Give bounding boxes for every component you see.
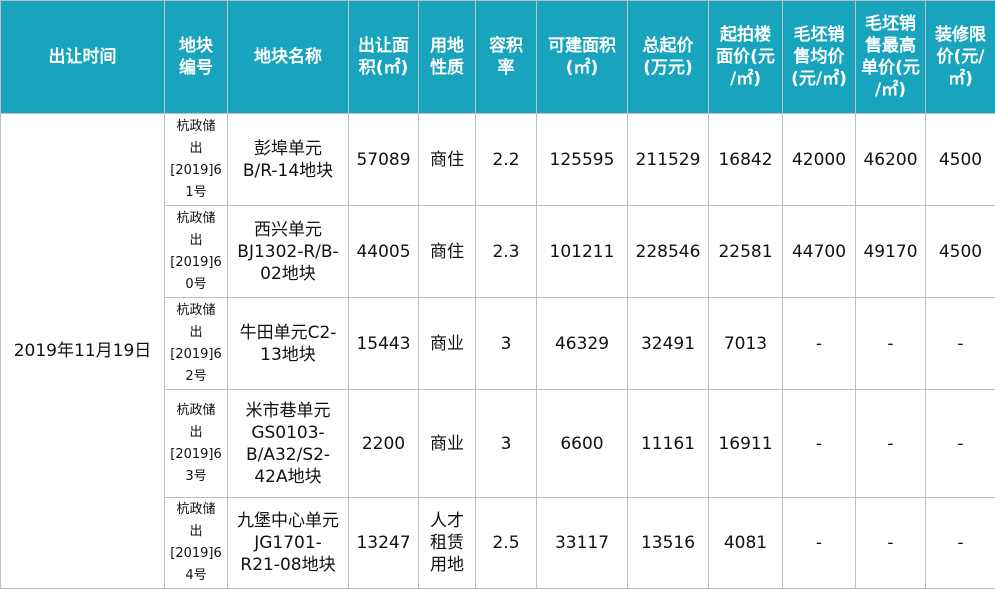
floor-price-cell: 22581 [708, 205, 783, 298]
floor-price-cell: 16911 [708, 389, 783, 498]
header-max-price: 毛坯销 售最高 单价(元 /㎡) [855, 0, 926, 114]
header-area: 出让面 积(㎡) [348, 0, 419, 114]
floor-price-cell: 16842 [708, 113, 783, 206]
max-price-cell: 46200 [855, 113, 926, 206]
area-cell: 2200 [348, 389, 419, 498]
use-cell: 商住 [418, 113, 476, 206]
deco-limit-cell: 4500 [925, 205, 995, 298]
max-price-cell: - [855, 389, 926, 498]
area-cell: 57089 [348, 113, 419, 206]
table-row: 2019年11月19日 杭政储 出 [2019]6 1号 彭埠单元 B/R-14… [0, 113, 995, 589]
header-code: 地块 编号 [164, 0, 228, 114]
avg-price-cell: - [782, 389, 856, 498]
deco-limit-cell: - [925, 497, 995, 589]
header-deco-limit: 装修限 价(元/ ㎡) [925, 0, 995, 114]
far-cell: 2.5 [475, 497, 537, 589]
use-cell: 人才 租赁 用地 [418, 497, 476, 589]
plot-name-cell: 牛田单元C2- 13地块 [227, 297, 349, 390]
total-cell: 13516 [627, 497, 709, 589]
avg-price-cell: 44700 [782, 205, 856, 298]
plot-name-cell: 彭埠单元 B/R-14地块 [227, 113, 349, 206]
far-cell: 3 [475, 389, 537, 498]
header-floor-price: 起拍楼 面价(元 /㎡) [708, 0, 783, 114]
avg-price-cell: - [782, 497, 856, 589]
area-cell: 13247 [348, 497, 419, 589]
buildable-cell: 6600 [536, 389, 628, 498]
total-cell: 11161 [627, 389, 709, 498]
far-cell: 3 [475, 297, 537, 390]
far-cell: 2.2 [475, 113, 537, 206]
header-use: 用地 性质 [418, 0, 476, 114]
plot-code-cell: 杭政储 出 [2019]6 2号 [164, 297, 228, 390]
header-date: 出让时间 [0, 0, 165, 114]
buildable-cell: 125595 [536, 113, 628, 206]
header-buildable: 可建面积 (㎡) [536, 0, 628, 114]
deco-limit-cell: 4500 [925, 113, 995, 206]
floor-price-cell: 4081 [708, 497, 783, 589]
deco-limit-cell: - [925, 389, 995, 498]
header-far: 容积 率 [475, 0, 537, 114]
buildable-cell: 46329 [536, 297, 628, 390]
avg-price-cell: - [782, 297, 856, 390]
avg-price-cell: 42000 [782, 113, 856, 206]
header-avg-price: 毛坯销 售均价 (元/㎡) [782, 0, 856, 114]
header-total: 总起价 (万元) [627, 0, 709, 114]
far-cell: 2.3 [475, 205, 537, 298]
use-cell: 商业 [418, 389, 476, 498]
area-cell: 44005 [348, 205, 419, 298]
use-cell: 商业 [418, 297, 476, 390]
plot-code-cell: 杭政储 出 [2019]6 4号 [164, 497, 228, 589]
plot-name-cell: 西兴单元 BJ1302-R/B- 02地块 [227, 205, 349, 298]
use-cell: 商住 [418, 205, 476, 298]
total-cell: 32491 [627, 297, 709, 390]
auction-date-cell: 2019年11月19日 [0, 113, 165, 589]
header-name: 地块名称 [227, 0, 349, 114]
buildable-cell: 101211 [536, 205, 628, 298]
max-price-cell: 49170 [855, 205, 926, 298]
plot-code-cell: 杭政储 出 [2019]6 3号 [164, 389, 228, 498]
header-row: 出让时间 地块 编号 地块名称 出让面 积(㎡) 用地 性质 容积 率 可建面积… [0, 0, 995, 114]
plot-code-cell: 杭政储 出 [2019]6 0号 [164, 205, 228, 298]
land-auction-table: 出让时间 地块 编号 地块名称 出让面 积(㎡) 用地 性质 容积 率 可建面积… [0, 0, 995, 589]
plot-name-cell: 九堡中心单元 JG1701- R21-08地块 [227, 497, 349, 589]
buildable-cell: 33117 [536, 497, 628, 589]
total-cell: 211529 [627, 113, 709, 206]
total-cell: 228546 [627, 205, 709, 298]
plot-name-cell: 米市巷单元 GS0103- B/A32/S2- 42A地块 [227, 389, 349, 498]
deco-limit-cell: - [925, 297, 995, 390]
max-price-cell: - [855, 497, 926, 589]
plot-code-cell: 杭政储 出 [2019]6 1号 [164, 113, 228, 206]
max-price-cell: - [855, 297, 926, 390]
floor-price-cell: 7013 [708, 297, 783, 390]
area-cell: 15443 [348, 297, 419, 390]
